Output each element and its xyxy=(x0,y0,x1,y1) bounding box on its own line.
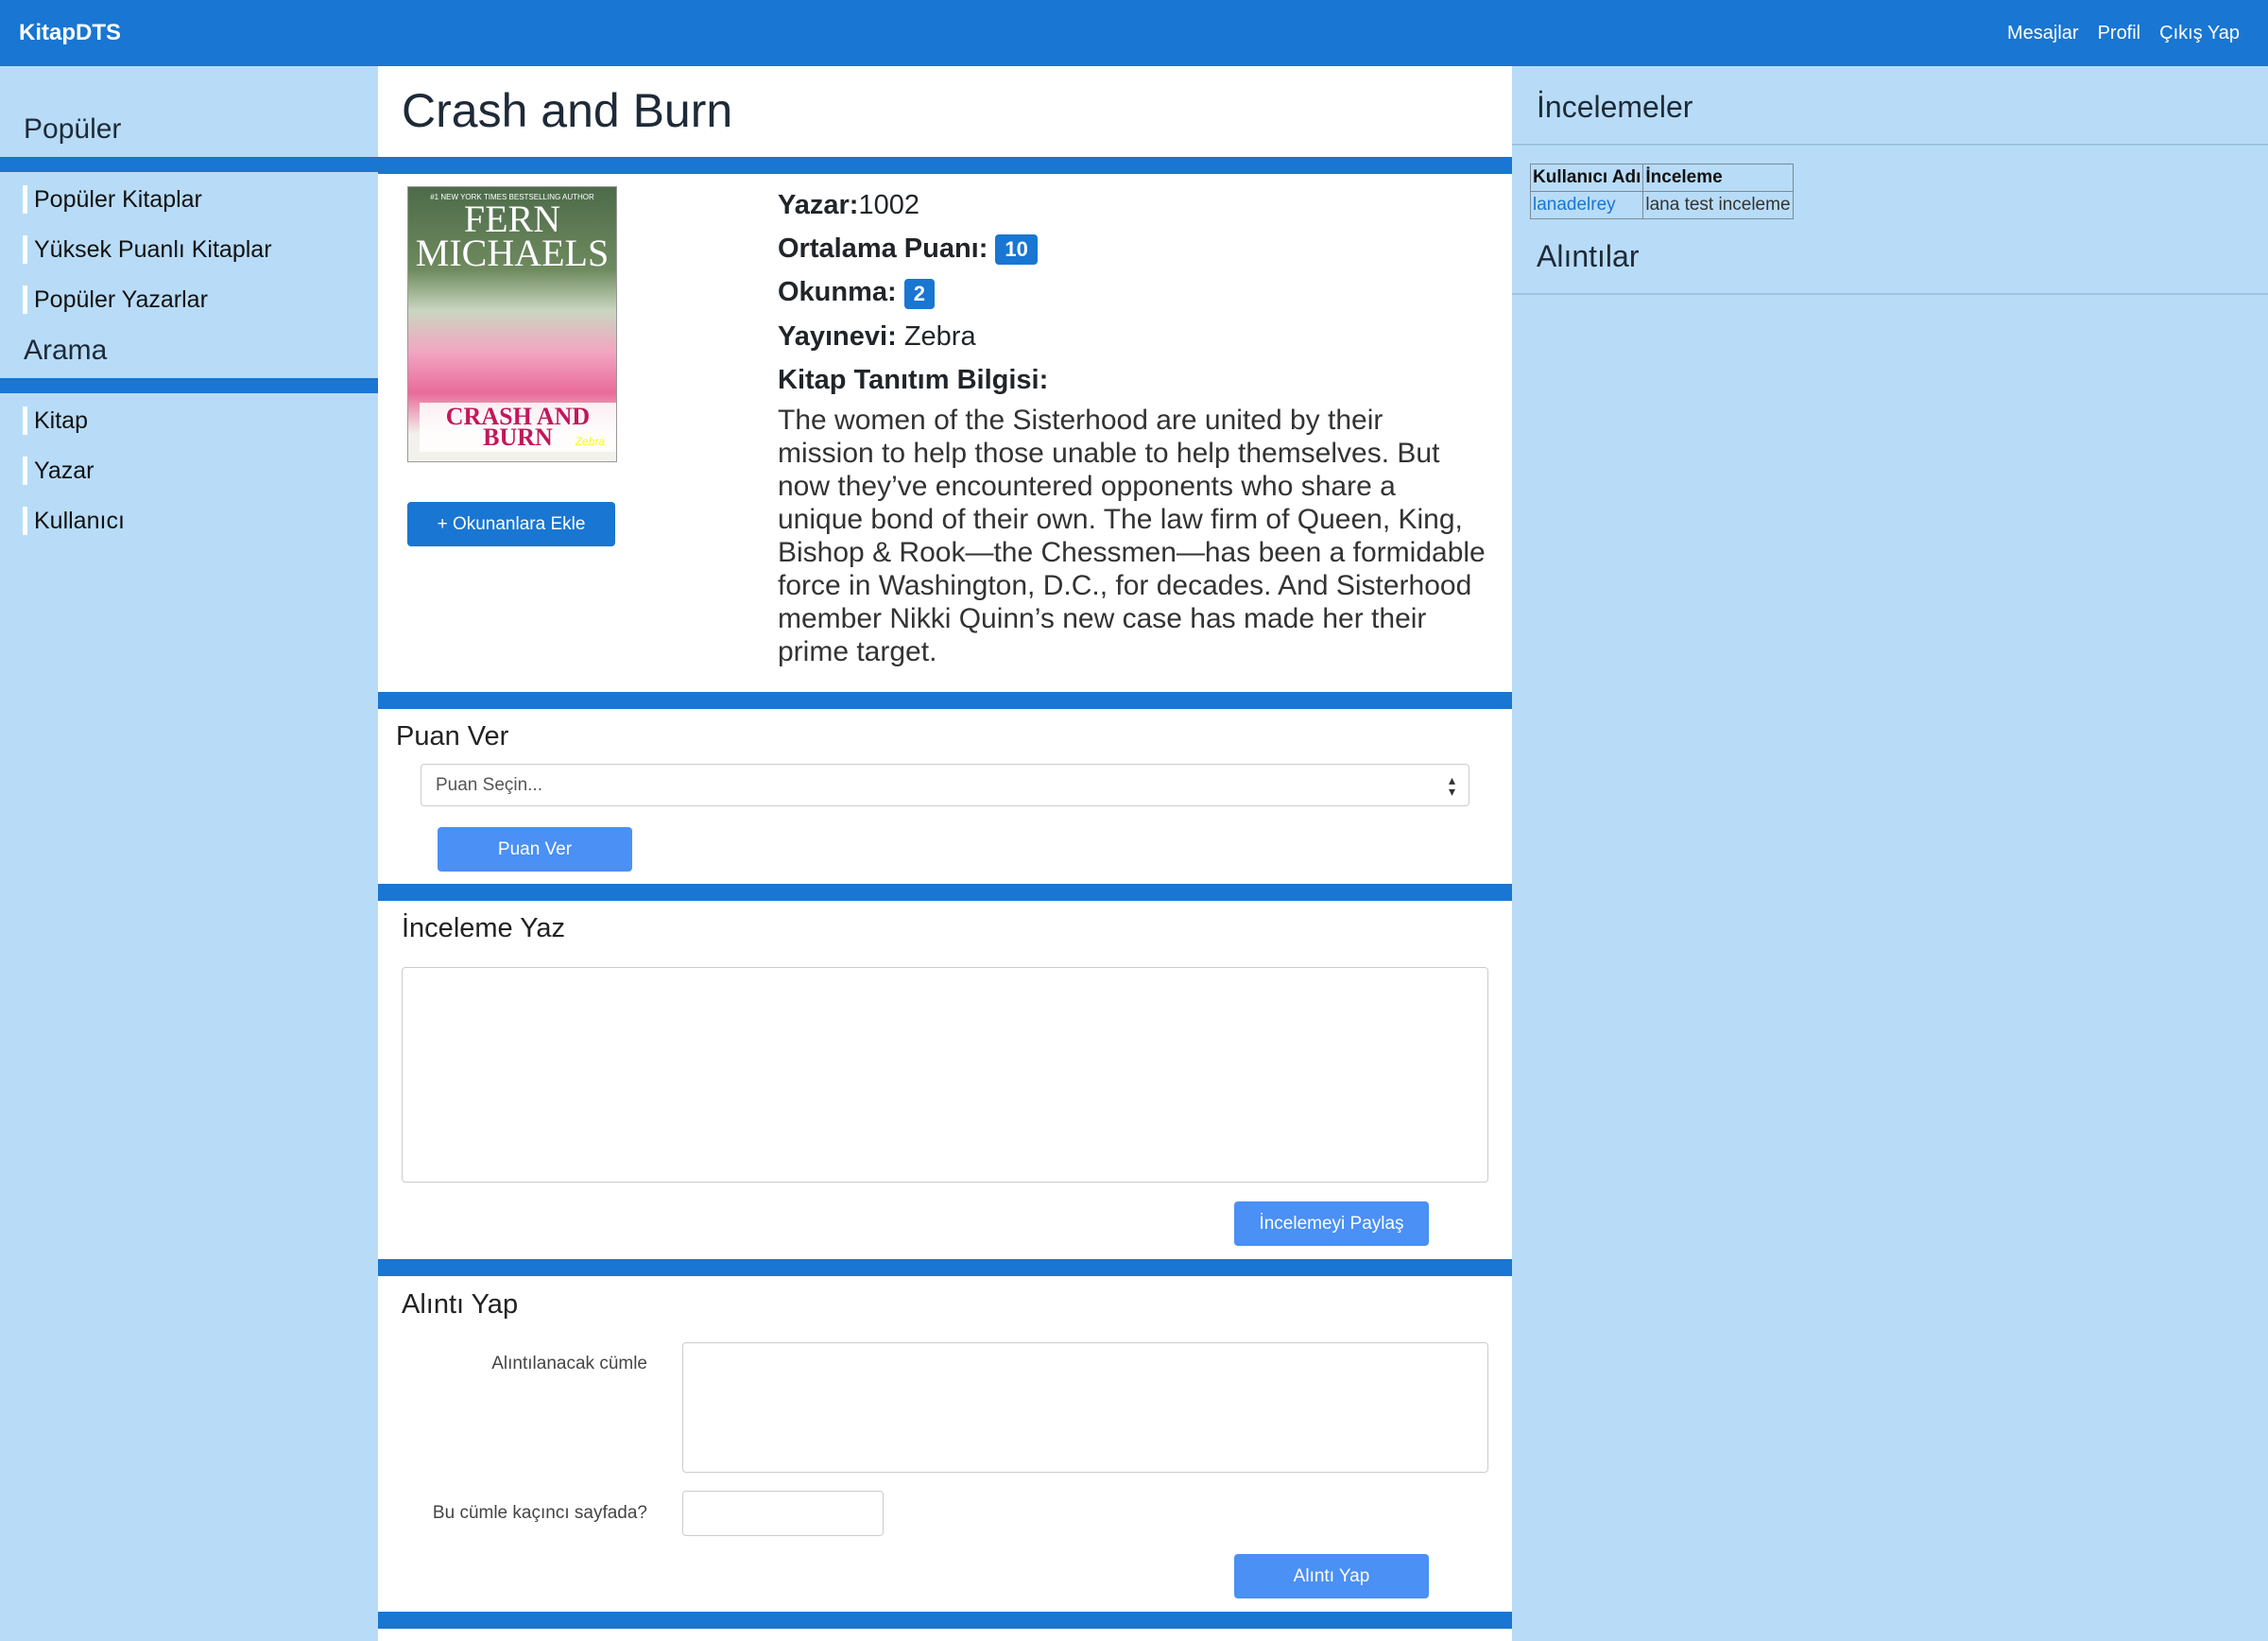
rating-select[interactable]: Puan Seçin... ▴ ▾ xyxy=(421,764,1469,806)
main-content: Crash and Burn #1 NEW YORK TIMES BESTSEL… xyxy=(378,66,1512,1641)
description-label-row: Kitap Tanıtım Bilgisi: xyxy=(778,364,1486,396)
publisher-label: Yayınevi: xyxy=(778,320,897,352)
quote-page-input[interactable] xyxy=(682,1491,884,1536)
sidebar-item-user-search[interactable]: Kullanıcı xyxy=(23,507,125,535)
read-count-badge: 2 xyxy=(903,278,935,309)
read-count-row: Okunma: 2 xyxy=(778,276,1486,309)
publisher-value: Zebra xyxy=(903,320,976,352)
review-text: lana test inceleme xyxy=(1642,191,1794,219)
top-nav: Mesajlar Profil Çıkış Yap xyxy=(2007,0,2240,66)
reviews-title: İncelemeler xyxy=(1537,90,1693,124)
sidebar-item-popular-authors[interactable]: Popüler Yazarlar xyxy=(23,285,208,314)
sidebar-item-popular-books[interactable]: Popüler Kitaplar xyxy=(23,185,202,214)
nav-profile-link[interactable]: Profil xyxy=(2098,23,2141,44)
quotes-divider xyxy=(1512,293,2268,295)
sidebar-item-author-search[interactable]: Yazar xyxy=(23,457,94,485)
quote-title: Alıntı Yap xyxy=(402,1289,519,1320)
section-divider xyxy=(378,157,1512,174)
select-arrows-icon: ▴ ▾ xyxy=(1448,772,1455,799)
quotes-title: Alıntılar xyxy=(1537,239,1640,273)
author-label: Yazar: xyxy=(778,190,859,220)
read-count-label: Okunma: xyxy=(778,277,897,308)
cover-author-text: FERN MICHAELS xyxy=(415,198,610,274)
cover-publisher-mark: Zebra xyxy=(575,435,605,448)
section-divider xyxy=(378,1612,1512,1629)
brand-logo[interactable]: KitapDTS xyxy=(19,0,121,66)
section-divider xyxy=(378,692,1512,709)
rate-title: Puan Ver xyxy=(396,721,509,751)
section-divider xyxy=(378,1259,1512,1276)
nav-logout-link[interactable]: Çıkış Yap xyxy=(2159,23,2240,44)
nav-messages-link[interactable]: Mesajlar xyxy=(2007,23,2079,44)
publisher-row: Yayınevi: Zebra xyxy=(778,320,1486,353)
review-textarea[interactable] xyxy=(402,967,1488,1183)
review-title: İnceleme Yaz xyxy=(402,913,566,943)
rating-select-placeholder: Puan Seçin... xyxy=(436,775,543,795)
right-panel: İncelemeler Kullanıcı Adı İnceleme lanad… xyxy=(1512,66,2268,1641)
sidebar-popular-title: Popüler xyxy=(24,113,122,145)
author-value[interactable]: 1002 xyxy=(858,190,919,220)
navbar: KitapDTS Mesajlar Profil Çıkış Yap xyxy=(0,0,2268,66)
section-divider xyxy=(378,884,1512,901)
quote-sentence-textarea[interactable] xyxy=(682,1342,1488,1473)
description-label: Kitap Tanıtım Bilgisi: xyxy=(778,364,1049,395)
book-cover-image: #1 NEW YORK TIMES BESTSELLING AUTHOR FER… xyxy=(407,186,617,462)
sidebar-search-title: Arama xyxy=(24,335,108,366)
table-header-row: Kullanıcı Adı İnceleme xyxy=(1529,164,1794,192)
share-review-button[interactable]: İncelemeyi Paylaş xyxy=(1234,1201,1429,1246)
table-header-username: Kullanıcı Adı xyxy=(1529,164,1644,192)
author-row: Yazar:1002 xyxy=(778,189,1486,221)
review-username-link[interactable]: lanadelrey xyxy=(1529,191,1644,219)
quote-sentence-label: Alıntılanacak cümle xyxy=(491,1354,647,1373)
rating-label: Ortalama Puanı: xyxy=(778,233,988,264)
submit-quote-button[interactable]: Alıntı Yap xyxy=(1234,1554,1429,1598)
book-info: Yazar:1002 Ortalama Puanı: 10 Okunma: 2 Ya… xyxy=(778,189,1486,668)
reviews-table: Kullanıcı Adı İnceleme lanadelrey lana t… xyxy=(1529,164,1794,219)
table-header-review: İnceleme xyxy=(1642,164,1794,192)
sidebar-divider xyxy=(0,157,378,172)
add-to-read-button[interactable]: + Okunanlara Ekle xyxy=(407,502,615,546)
sidebar: Popüler Popüler Kitaplar Yüksek Puanlı K… xyxy=(0,66,378,1641)
sidebar-item-top-rated-books[interactable]: Yüksek Puanlı Kitaplar xyxy=(23,235,272,264)
reviews-divider xyxy=(1512,144,2268,146)
submit-rating-button[interactable]: Puan Ver xyxy=(438,827,632,872)
table-row: lanadelrey lana test inceleme xyxy=(1529,191,1794,219)
rating-row: Ortalama Puanı: 10 xyxy=(778,233,1486,266)
sidebar-item-book-search[interactable]: Kitap xyxy=(23,406,88,435)
quote-page-label: Bu cümle kaçıncı sayfada? xyxy=(432,1503,647,1523)
page-title: Crash and Burn xyxy=(402,84,733,137)
book-description: The women of the Sisterhood are united b… xyxy=(778,404,1486,667)
rating-badge: 10 xyxy=(995,234,1038,266)
sidebar-divider xyxy=(0,378,378,393)
